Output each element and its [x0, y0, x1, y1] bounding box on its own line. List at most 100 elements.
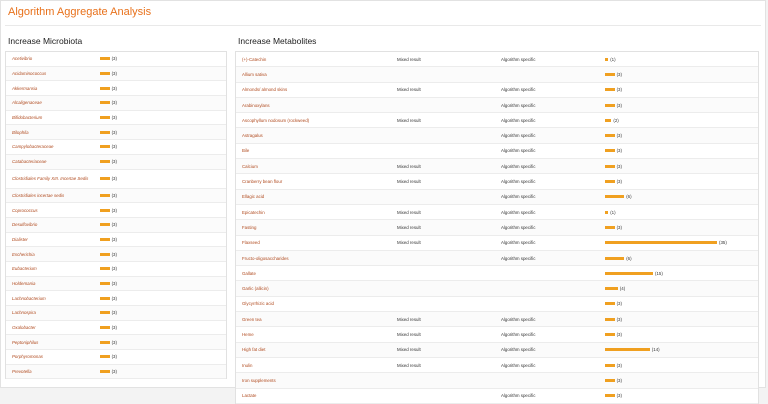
microbiota-name-link[interactable]: Bilophila [6, 130, 100, 135]
mixed-result-cell: Mixed result [397, 209, 421, 215]
table-row: Inulin Mixed result Algorithm specific (3) [236, 358, 758, 374]
count-label: (3) [111, 176, 117, 181]
microbiota-name-link[interactable]: Holdemania [6, 281, 100, 286]
count-label: (3) [111, 207, 117, 213]
metabolite-name-link[interactable]: Almonds/ almond skins [236, 87, 397, 92]
table-row: High fat diet Mixed result Algorithm speci… [236, 342, 758, 358]
metabolite-name-link[interactable]: Heme [236, 332, 397, 337]
microbiota-name-link[interactable]: Acidaminococcus [6, 71, 100, 76]
microbiota-name-link[interactable]: Coprococcus [6, 208, 100, 213]
list-item: Desulfovibrio (3) [6, 217, 226, 233]
metabolite-name-link[interactable]: Fructo-oligosaccharides [236, 256, 397, 261]
table-row: Flaxseed Mixed result Algorithm specific (3… [236, 236, 758, 251]
metabolite-name-link[interactable]: Gallate [236, 271, 397, 276]
count-bar-cell: (3) [100, 281, 226, 286]
metabolite-name-link[interactable]: Garlic (allicin) [236, 286, 397, 291]
table-row: (+)-Catechin Mixed result Algorithm specif… [236, 52, 758, 68]
count-bar-cell: (3) [100, 86, 226, 91]
list-item: Oxalobacter (3) [6, 321, 226, 336]
metabolite-name-link[interactable]: Flaxseed [236, 240, 397, 245]
metabolite-name-link[interactable]: Ascophyllum nodosum (rockweed) [236, 118, 397, 123]
microbiota-name-link[interactable]: Dialister [6, 237, 100, 242]
microbiota-name-link[interactable]: Lachnospira [6, 310, 100, 315]
mixed-result-cell: Mixed result [397, 316, 421, 322]
metabolite-name-link[interactable]: Lactate [236, 393, 397, 398]
table-row: Fasting Mixed result Algorithm specific (3) [236, 220, 758, 236]
count-bar-cell: (15) [605, 271, 758, 276]
count-bar [605, 271, 653, 275]
list-item: Alcaligenaceae (3) [6, 96, 226, 111]
count-label: (3) [111, 144, 117, 150]
metabolite-name-link[interactable]: Glycyrrhizic acid [236, 301, 397, 306]
metabolite-name-link[interactable]: Ellagic acid [236, 194, 397, 199]
algorithm-specific-cell: Algorithm specific [501, 255, 536, 261]
count-bar [100, 311, 110, 315]
count-label: (3) [111, 236, 117, 242]
count-label: (3) [111, 339, 117, 345]
count-bar [100, 72, 110, 76]
count-bar-cell: (3) [605, 378, 758, 383]
metabolite-name-link[interactable]: (+)-Catechin [236, 57, 397, 62]
count-bar-cell: (3) [100, 56, 226, 61]
count-bar [605, 118, 612, 122]
metabolite-name-link[interactable]: Bile [236, 148, 397, 153]
metabolite-name-link[interactable]: Fasting [236, 225, 397, 230]
metabolite-name-link[interactable]: Cranberry bean flour [236, 179, 397, 184]
metabolite-name-link[interactable]: Iron supplements [236, 378, 397, 383]
count-bar [100, 267, 110, 271]
microbiota-name-link[interactable]: Clostridiales Family XIII. Incertae Sedi… [6, 176, 100, 181]
count-label: (3) [111, 129, 117, 135]
metabolite-name-link[interactable]: Allium sativa [236, 72, 397, 77]
microbiota-name-link[interactable]: Alcaligenaceae [6, 100, 100, 105]
count-label: (3) [616, 71, 622, 77]
count-bar [100, 57, 110, 61]
count-label: (3) [616, 87, 622, 93]
mixed-result-cell: Mixed result [397, 56, 421, 62]
count-bar [605, 72, 615, 76]
count-label: (3) [616, 224, 622, 230]
microbiota-name-link[interactable]: Eubacterium [6, 266, 100, 271]
microbiota-name-link[interactable]: Acetivibrio [6, 56, 100, 61]
count-label: (3) [616, 393, 622, 399]
count-bar [605, 363, 615, 367]
count-label: (1) [610, 56, 616, 62]
microbiota-name-link[interactable]: Catabacteriaceae [6, 159, 100, 164]
list-item: Eubacterium (3) [6, 262, 226, 277]
microbiota-name-link[interactable]: Bifidobacterium [6, 115, 100, 120]
count-label: (3) [111, 100, 117, 106]
microbiota-name-link[interactable]: Peptoniphilus [6, 340, 100, 345]
algorithm-specific-cell: Algorithm specific [501, 117, 536, 123]
table-row: Bile Algorithm specific (3) [236, 144, 758, 160]
metabolite-name-link[interactable]: High fat diet [236, 347, 397, 352]
count-bar [605, 332, 615, 336]
count-label: (4) [619, 286, 626, 292]
count-label: (2) [613, 117, 619, 123]
metabolite-name-link[interactable]: Inulin [236, 363, 397, 368]
microbiota-name-link[interactable]: Prevotella [6, 369, 100, 374]
metabolite-name-link[interactable]: Green tea [236, 317, 397, 322]
count-bar-cell: (3) [100, 176, 226, 181]
count-label: (6) [626, 194, 632, 200]
microbiota-name-link[interactable]: Porphyromonas [6, 354, 100, 359]
count-bar-cell: (1) [605, 57, 758, 62]
list-item: Lachnospira (3) [6, 306, 226, 321]
table-row: Almonds/ almond skins Mixed result Algorit… [236, 83, 758, 98]
microbiota-name-link[interactable]: Akkermansia [6, 86, 100, 91]
microbiota-list: Acetivibrio (3) Acidaminococcus (3) Akkerman… [5, 51, 227, 380]
count-bar-cell: (3) [100, 369, 226, 374]
metabolite-name-link[interactable]: Epicatechin [236, 210, 397, 215]
metabolite-name-link[interactable]: Astragalus [236, 133, 397, 138]
microbiota-name-link[interactable]: Escherichia [6, 252, 100, 257]
title-divider [5, 25, 761, 26]
microbiota-name-link[interactable]: Clostridiales incertae sedis [6, 193, 100, 198]
count-bar-cell: (3) [100, 144, 226, 149]
count-label: (3) [616, 377, 622, 383]
count-label: (3) [616, 362, 622, 368]
microbiota-name-link[interactable]: Desulfovibrio [6, 222, 100, 227]
microbiota-name-link[interactable]: Lachnobacterium [6, 296, 100, 301]
count-bar [100, 237, 110, 241]
microbiota-name-link[interactable]: Campylobacteraceae [6, 144, 100, 149]
metabolite-name-link[interactable]: Arabinoxylans [236, 103, 397, 108]
metabolite-name-link[interactable]: Calcium [236, 164, 397, 169]
microbiota-name-link[interactable]: Oxalobacter [6, 325, 100, 330]
